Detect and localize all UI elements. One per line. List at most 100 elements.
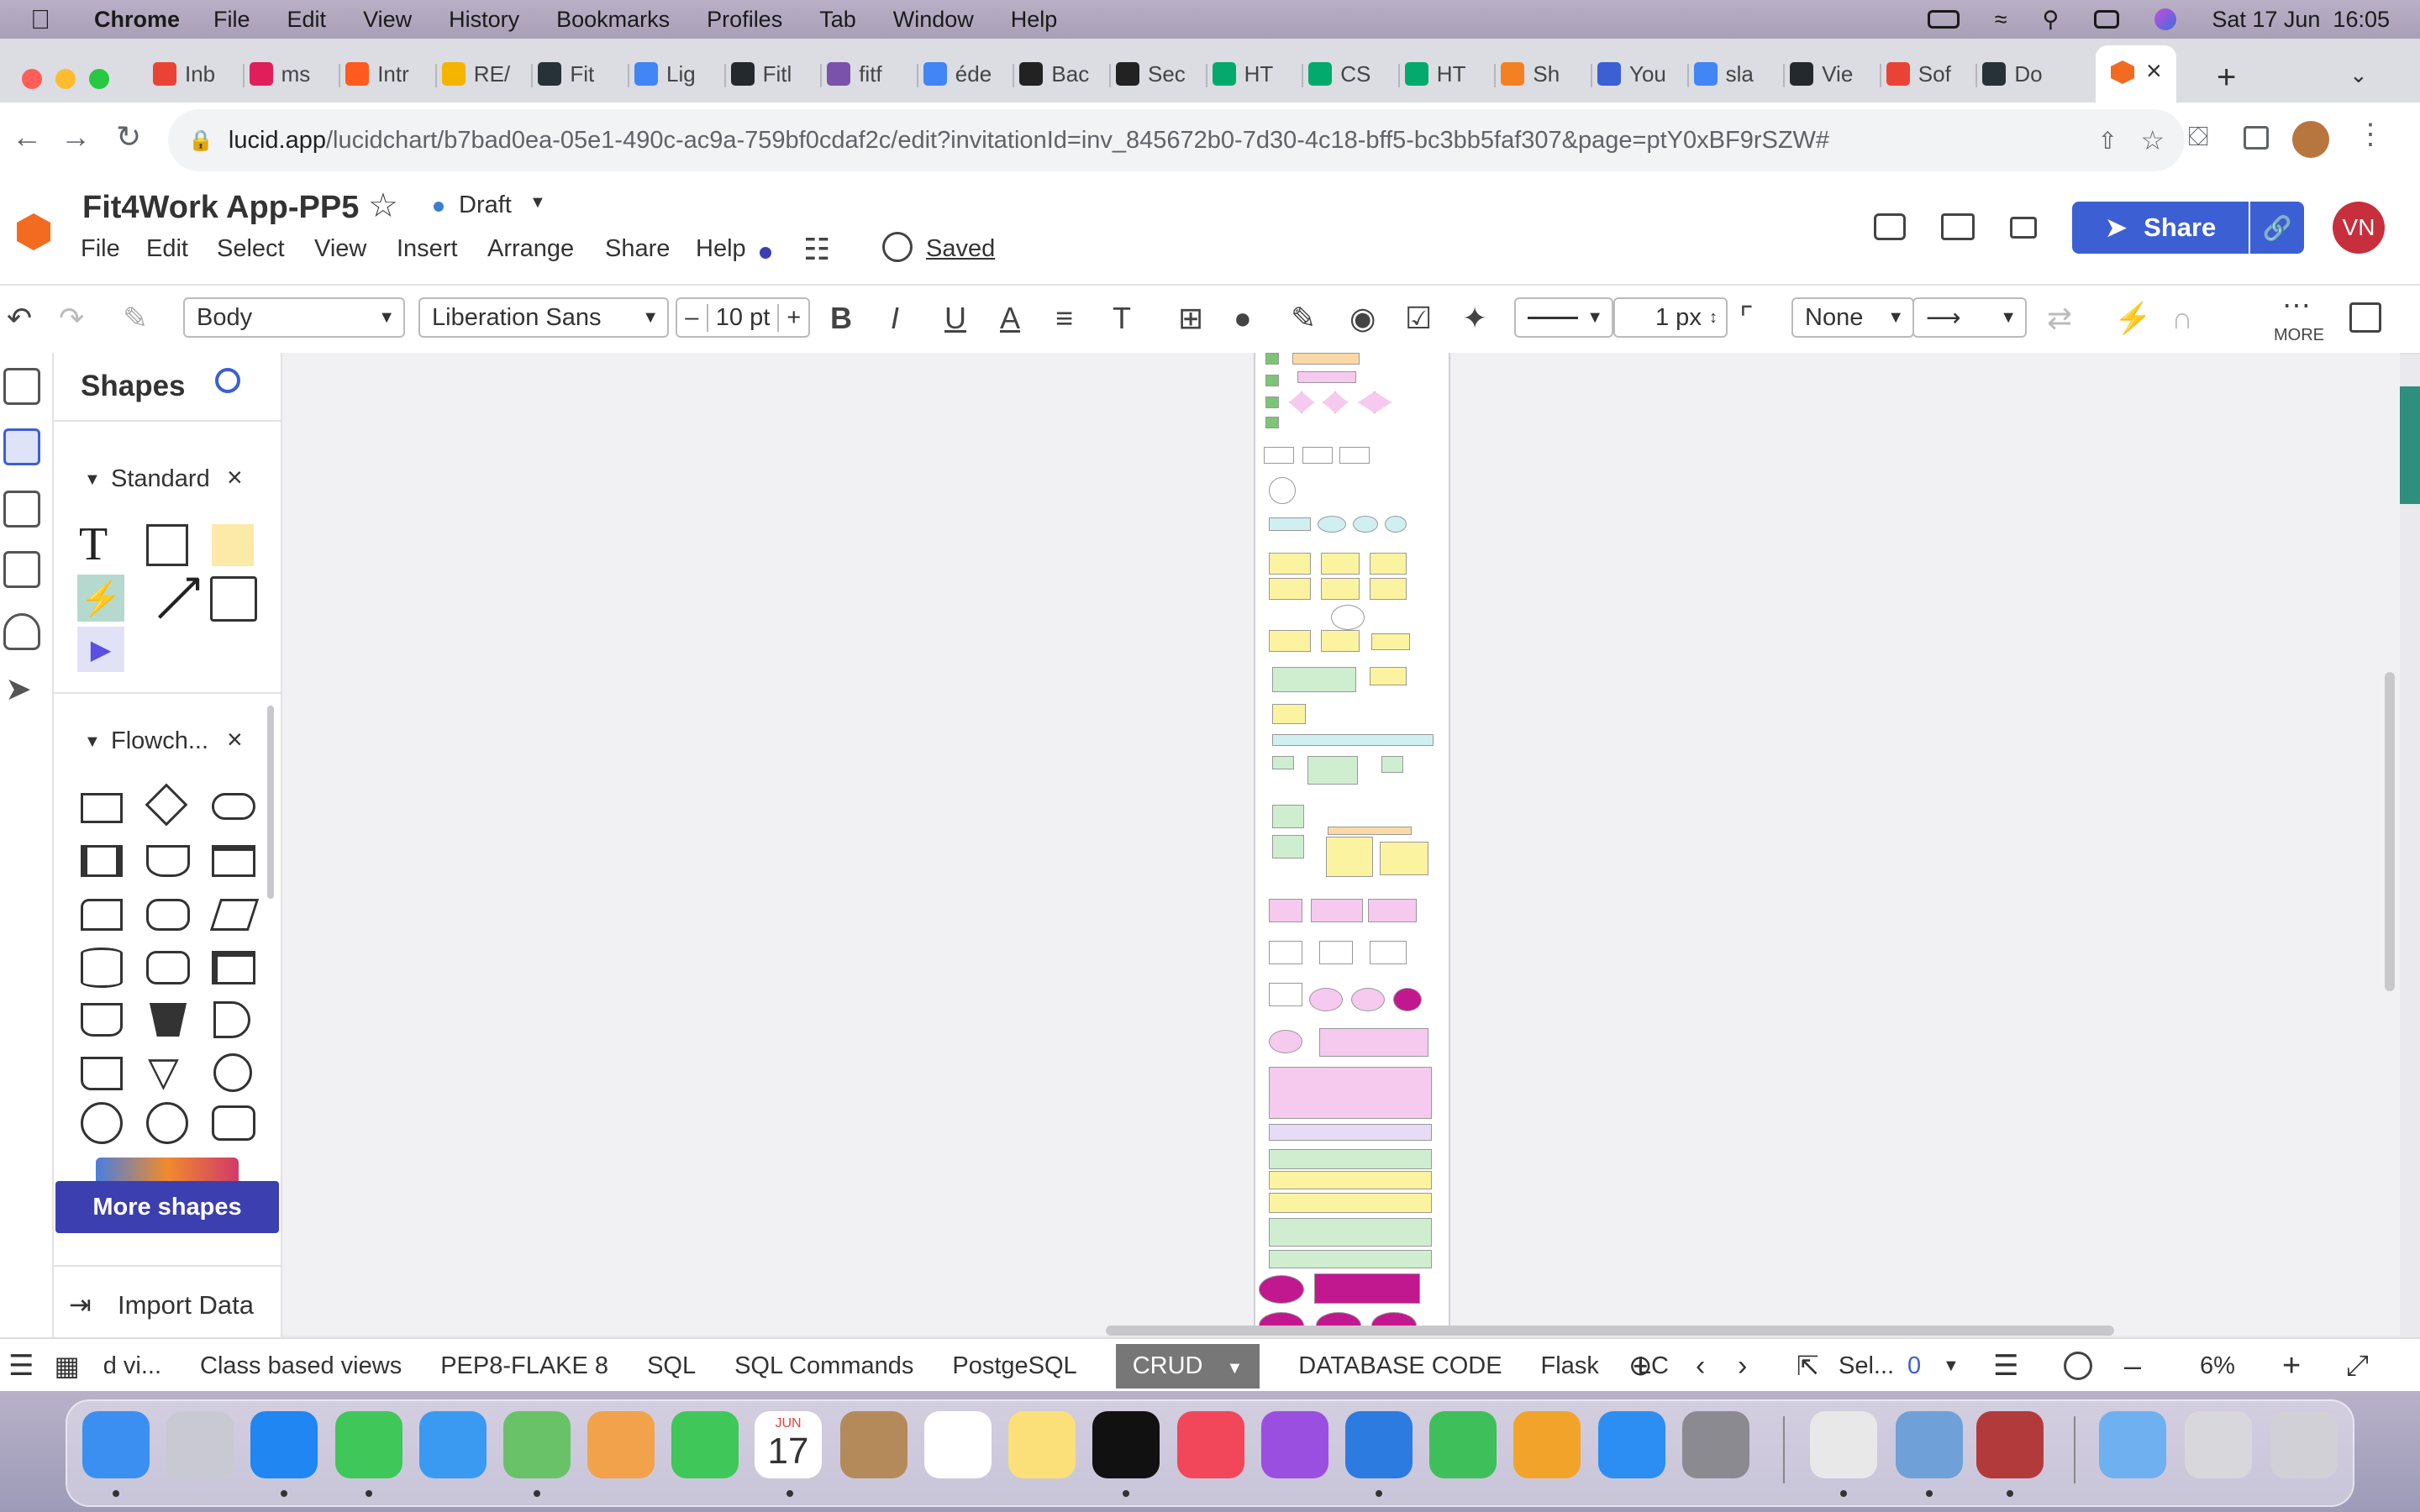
draft-status-label[interactable]: Draft bbox=[459, 192, 512, 219]
diagram-shape[interactable] bbox=[1309, 988, 1343, 1011]
font-size-decrease[interactable]: – bbox=[677, 303, 708, 332]
diagram-shape[interactable] bbox=[1269, 1067, 1432, 1119]
diagram-shape[interactable] bbox=[1272, 835, 1304, 858]
chrome-dock-icon[interactable] bbox=[1810, 1411, 1877, 1478]
undo-icon[interactable]: ↶ bbox=[7, 301, 32, 336]
action-lightning-shape[interactable]: ⚡ bbox=[77, 575, 124, 622]
new-tab-button[interactable]: + bbox=[2217, 59, 2236, 97]
diagram-shape[interactable] bbox=[1269, 517, 1311, 531]
import-data-label[interactable]: Import Data bbox=[118, 1290, 254, 1320]
sticky-note-shape[interactable] bbox=[212, 524, 254, 566]
diagram-shape[interactable] bbox=[1371, 633, 1410, 650]
shape-options-icon[interactable]: ☑ bbox=[1405, 301, 1432, 336]
lucid-menu-edit[interactable]: Edit bbox=[146, 235, 188, 263]
window-minimize-button[interactable] bbox=[55, 69, 76, 89]
diagram-shape[interactable] bbox=[1385, 516, 1407, 533]
diagram-shape[interactable] bbox=[1269, 578, 1311, 600]
diagram-shape[interactable] bbox=[1321, 553, 1360, 575]
diagram-shape[interactable] bbox=[1370, 941, 1407, 964]
flowchart-section-title[interactable]: Flowch... bbox=[111, 727, 208, 755]
page-tab[interactable]: SQL bbox=[647, 1352, 696, 1380]
lightning-icon[interactable]: ⚡ bbox=[2114, 301, 2152, 336]
italic-icon[interactable]: I bbox=[891, 301, 899, 336]
terminator-shape[interactable] bbox=[212, 793, 255, 820]
diagram-shape[interactable] bbox=[1269, 1030, 1302, 1053]
numbers-dock-icon[interactable] bbox=[1429, 1411, 1497, 1478]
diagram-shape[interactable] bbox=[1328, 827, 1412, 835]
magnet-icon[interactable]: ∩ bbox=[2171, 301, 2193, 336]
more-label[interactable]: MORE bbox=[2274, 326, 2324, 345]
lucid-logo-icon[interactable] bbox=[17, 213, 50, 250]
bookmark-star-icon[interactable]: ☆ bbox=[2140, 124, 2165, 156]
reload-button[interactable]: ↻ bbox=[116, 119, 141, 155]
summing-junction-shape[interactable] bbox=[146, 1102, 188, 1144]
diagram-shape[interactable] bbox=[1370, 667, 1407, 685]
copy-link-icon[interactable]: 🔗 bbox=[2249, 202, 2304, 254]
diagram-shape[interactable] bbox=[1269, 983, 1302, 1006]
underline-icon[interactable]: U bbox=[944, 301, 966, 336]
browser-tab[interactable]: ms bbox=[249, 49, 310, 99]
prev-page-icon[interactable]: ‹ bbox=[1696, 1350, 1705, 1383]
launchpad-dock-icon[interactable] bbox=[166, 1411, 234, 1478]
diagram-shape[interactable] bbox=[1272, 805, 1304, 828]
font-size-increase[interactable]: + bbox=[777, 303, 808, 332]
process-shape[interactable] bbox=[81, 793, 123, 823]
magic-wand-icon[interactable]: ✦ bbox=[1462, 301, 1487, 336]
text-shape[interactable]: T bbox=[79, 517, 108, 571]
browser-tab[interactable]: sla bbox=[1693, 49, 1754, 99]
spotlight-search-icon[interactable]: ⚲ bbox=[2043, 7, 2060, 33]
diagram-shape[interactable] bbox=[1381, 756, 1403, 773]
opacity-icon[interactable]: ◉ bbox=[1349, 301, 1376, 336]
diagram-shape[interactable] bbox=[1289, 391, 1314, 413]
binoculars-icon[interactable]: ☷ bbox=[803, 232, 830, 267]
diagram-shape[interactable] bbox=[1269, 553, 1311, 575]
menubar-tab[interactable]: Tab bbox=[819, 7, 856, 33]
diagram-shape[interactable] bbox=[1265, 353, 1279, 365]
menubar-view[interactable]: View bbox=[363, 7, 412, 33]
diagram-shape[interactable] bbox=[1319, 1028, 1428, 1057]
diagram-shape[interactable] bbox=[1318, 516, 1346, 533]
predefined-process-shape[interactable] bbox=[81, 845, 123, 877]
chevron-down-icon[interactable]: ▼ bbox=[1226, 1359, 1243, 1378]
reminders-dock-icon[interactable] bbox=[924, 1411, 992, 1478]
card-shape[interactable] bbox=[81, 1057, 123, 1090]
bold-icon[interactable]: B bbox=[830, 301, 852, 336]
menubar-profiles[interactable]: Profiles bbox=[707, 7, 782, 33]
images-icon[interactable] bbox=[3, 551, 40, 588]
diagram-shape[interactable] bbox=[1269, 1250, 1432, 1268]
battery-icon[interactable] bbox=[1927, 10, 1960, 29]
browser-tab[interactable]: Sh bbox=[1501, 49, 1560, 99]
browser-tab[interactable]: Inb bbox=[153, 49, 215, 99]
facetime-dock-icon[interactable] bbox=[671, 1411, 739, 1478]
merge-triangle-shape[interactable]: ▽ bbox=[148, 1048, 179, 1095]
draft-dropdown-icon[interactable]: ▼ bbox=[529, 193, 546, 213]
browser-tab[interactable]: Vie bbox=[1790, 49, 1853, 99]
diagram-shape[interactable] bbox=[1272, 667, 1356, 692]
menubar-help[interactable]: Help bbox=[1011, 7, 1058, 33]
diagram-shape[interactable] bbox=[1269, 1171, 1432, 1189]
lucid-menu-insert[interactable]: Insert bbox=[397, 235, 458, 263]
diagram-shape[interactable] bbox=[1259, 1275, 1304, 1304]
menubar-bookmarks[interactable]: Bookmarks bbox=[556, 7, 670, 33]
stored-data-shape[interactable] bbox=[146, 951, 190, 984]
shapes-icon[interactable] bbox=[3, 428, 40, 465]
lucid-menu-file[interactable]: File bbox=[81, 235, 120, 263]
line-width-select[interactable]: 1 px ↕ bbox=[1613, 297, 1728, 338]
diagram-shape[interactable] bbox=[1358, 391, 1392, 413]
browser-tab[interactable]: Intr bbox=[345, 49, 409, 99]
calendar-dock-icon[interactable]: JUN 17 bbox=[755, 1411, 822, 1478]
dictionary-dock-icon[interactable] bbox=[1976, 1411, 2044, 1478]
favorite-star-icon[interactable]: ☆ bbox=[368, 186, 398, 225]
database-shape[interactable] bbox=[81, 948, 123, 988]
right-panel-toggle-icon[interactable] bbox=[2349, 302, 2381, 333]
menubar-history[interactable]: History bbox=[449, 7, 519, 33]
play-video-shape[interactable]: ▶ bbox=[77, 627, 124, 672]
contacts-dock-icon[interactable] bbox=[839, 1411, 908, 1478]
standard-collapse-icon[interactable]: ▼ bbox=[84, 470, 101, 490]
lucid-menu-view[interactable]: View bbox=[314, 235, 366, 263]
line-start-select[interactable]: None ▼ bbox=[1791, 297, 1914, 338]
import-data-icon[interactable]: ⇥ bbox=[69, 1289, 92, 1320]
pages-dock-icon[interactable] bbox=[1513, 1411, 1581, 1478]
more-options-icon[interactable]: ⋯ bbox=[2282, 289, 2311, 323]
fullscreen-icon[interactable]: ⤢ bbox=[2346, 1350, 2369, 1383]
